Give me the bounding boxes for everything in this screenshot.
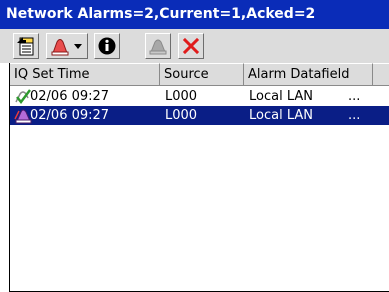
export-icon	[17, 37, 34, 56]
table-row-selected[interactable]: 02/06 09:27 L000 Local LAN ...	[10, 106, 389, 125]
column-header-extra[interactable]	[373, 63, 389, 85]
info-button[interactable]	[94, 33, 120, 59]
red-x-icon	[182, 37, 200, 55]
table-row[interactable]: 02/06 09:27 L000 Local LAN ...	[10, 87, 389, 106]
column-header-iq-set-time[interactable]: IQ Set Time	[10, 63, 160, 85]
row-more: ...	[348, 89, 361, 104]
row-source: L000	[165, 108, 198, 123]
alarm-list[interactable]: IQ Set Time Source Alarm Datafield 02/06…	[9, 63, 389, 292]
alarm-filter-dropdown[interactable]	[46, 33, 88, 59]
alarm-bell-dropdown-icon	[51, 39, 82, 56]
window-title: Network Alarms=2,Current=1,Acked=2	[0, 0, 389, 29]
export-button[interactable]	[13, 33, 39, 59]
row-datafield: Local LAN	[249, 89, 313, 104]
delete-button[interactable]	[178, 33, 204, 59]
row-datafield: Local LAN	[249, 108, 313, 123]
row-source: L000	[165, 89, 198, 104]
list-header: IQ Set Time Source Alarm Datafield	[10, 63, 389, 86]
row-time: 02/06 09:27	[30, 108, 110, 123]
acknowledge-bell-icon	[149, 39, 167, 55]
toolbar	[0, 29, 389, 63]
column-header-source[interactable]: Source	[160, 63, 244, 85]
column-header-alarm-datafield[interactable]: Alarm Datafield	[244, 63, 373, 85]
info-icon	[98, 37, 116, 55]
acknowledge-button[interactable]	[145, 33, 171, 59]
row-more: ...	[348, 108, 361, 123]
row-time: 02/06 09:27	[30, 89, 110, 104]
